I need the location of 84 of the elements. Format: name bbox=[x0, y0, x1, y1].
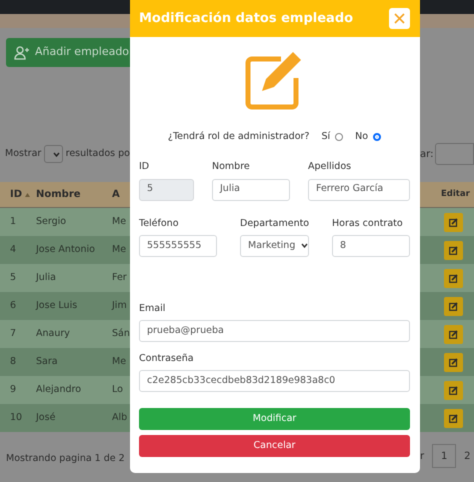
table-cell: Lo bbox=[112, 384, 123, 395]
edit-icon bbox=[449, 330, 458, 338]
field-label: Departamento bbox=[240, 216, 309, 230]
radio-label: No bbox=[355, 130, 368, 144]
person-plus-icon bbox=[14, 46, 30, 60]
edit-button[interactable] bbox=[444, 408, 463, 428]
edit-button[interactable] bbox=[444, 240, 463, 260]
table-cell-text: 7 bbox=[10, 326, 16, 341]
table-cell: Sergio bbox=[36, 216, 66, 227]
edit-button[interactable] bbox=[444, 324, 463, 344]
caret-icon bbox=[52, 152, 60, 156]
field-label: Teléfono bbox=[139, 216, 180, 230]
table-cell: Fer bbox=[112, 272, 127, 283]
table-cell-text: 9 bbox=[10, 382, 16, 397]
table-cell: Sán bbox=[112, 328, 130, 339]
edit-icon bbox=[449, 414, 458, 422]
field-label: Horas contrato bbox=[332, 216, 404, 230]
field-label: ID bbox=[139, 160, 150, 174]
modify-button[interactable]: Modificar bbox=[139, 408, 410, 430]
table-cell: Sara bbox=[36, 356, 58, 367]
table-cell: Jose Luis bbox=[36, 300, 78, 311]
edit-icon bbox=[449, 274, 458, 282]
page-length-select[interactable] bbox=[44, 145, 63, 163]
header-band bbox=[420, 14, 474, 28]
edit-icon bbox=[449, 386, 458, 394]
add-employee-button[interactable]: Añadir empleado bbox=[6, 38, 130, 67]
input-field[interactable]: c2e285cb33cecdbeb83d2189e983a8c0 bbox=[139, 370, 410, 392]
table-cell: José bbox=[36, 412, 56, 423]
input-field[interactable]: Ferrero García bbox=[308, 178, 410, 200]
input-field[interactable]: Julia bbox=[212, 178, 290, 200]
edit-button[interactable] bbox=[444, 296, 463, 316]
table-cell-text: 8 bbox=[10, 354, 16, 369]
column-header[interactable]: ID bbox=[10, 187, 22, 202]
search-label: ar: bbox=[420, 148, 434, 162]
input-field: 5 bbox=[139, 178, 194, 200]
table-cell: Alb bbox=[112, 412, 128, 423]
column-header[interactable]: A bbox=[112, 189, 120, 200]
table-cell-text: 6 bbox=[10, 298, 16, 313]
pagination-info: Mostrando pagina 1 de 2 bbox=[6, 453, 125, 464]
field-label: Apellidos bbox=[308, 160, 352, 174]
edit-icon bbox=[449, 246, 458, 254]
input-field[interactable]: 555555555 bbox=[139, 234, 217, 257]
department-select[interactable]: Marketing bbox=[240, 234, 309, 257]
field-label: Email bbox=[139, 302, 166, 316]
table-cell: Julia bbox=[36, 272, 56, 283]
field-label: Contraseña bbox=[139, 352, 195, 366]
search-field[interactable] bbox=[435, 143, 474, 165]
edit-button[interactable] bbox=[444, 268, 463, 288]
edit-icon bbox=[449, 358, 458, 366]
table-cell: Me bbox=[112, 356, 126, 367]
field-label: Nombre bbox=[212, 160, 251, 174]
sort-icon bbox=[25, 192, 30, 196]
radio-button[interactable] bbox=[335, 133, 344, 142]
table-cell: Me bbox=[112, 216, 126, 227]
length-label: Mostrar bbox=[5, 146, 42, 161]
navbar bbox=[420, 0, 474, 14]
radio-label: Sí bbox=[321, 130, 330, 144]
input-field[interactable]: 8 bbox=[332, 234, 410, 257]
edit-button[interactable] bbox=[444, 212, 463, 232]
table-cell: Alejandro bbox=[36, 384, 82, 395]
page-button[interactable]: 1 bbox=[432, 444, 456, 468]
column-header[interactable]: Nombre bbox=[36, 189, 81, 200]
edit-icon bbox=[449, 218, 458, 226]
cancel-button[interactable]: Cancelar bbox=[139, 435, 410, 458]
table-cell-text: 1 bbox=[10, 214, 16, 229]
table-cell: Me bbox=[112, 244, 126, 255]
edit-button[interactable] bbox=[444, 352, 463, 372]
table-cell-text: 5 bbox=[10, 270, 16, 285]
length-label: resultados po bbox=[66, 146, 130, 161]
table-cell-text: 10 bbox=[10, 410, 22, 425]
modal-title: Modificación datos empleado bbox=[139, 10, 354, 28]
radio-button[interactable] bbox=[373, 133, 382, 142]
edit-button[interactable] bbox=[444, 380, 463, 400]
previous-link[interactable]: r bbox=[420, 448, 424, 464]
edit-icon bbox=[449, 302, 458, 310]
page-link[interactable]: 2 bbox=[464, 448, 470, 464]
close-icon bbox=[394, 13, 405, 24]
question-label: ¿Tendrá rol de administrador? bbox=[168, 130, 310, 144]
table-cell: Anaury bbox=[36, 328, 70, 339]
table-cell: Jose Antonio bbox=[36, 244, 95, 255]
input-field[interactable]: prueba@prueba bbox=[139, 320, 410, 342]
table-cell-text: 4 bbox=[10, 242, 16, 257]
caret-icon bbox=[301, 243, 308, 248]
table-cell: Jim bbox=[112, 300, 127, 311]
